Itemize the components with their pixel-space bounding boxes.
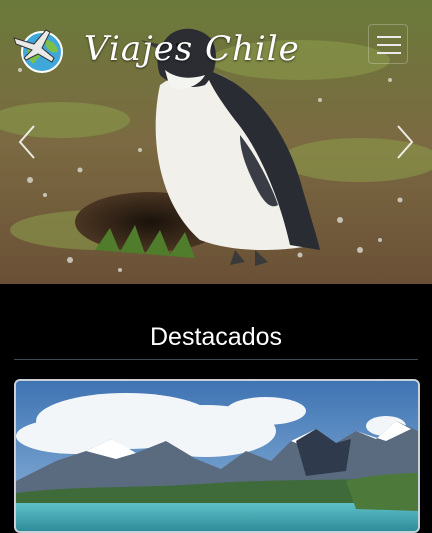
carousel-next-button[interactable] (388, 120, 422, 164)
brand[interactable]: Viajes Chile (12, 22, 300, 76)
menu-toggle-button[interactable] (368, 24, 408, 64)
chevron-right-icon (397, 125, 414, 159)
featured-card-image (16, 381, 418, 531)
globe-plane-logo-icon (13, 29, 63, 73)
featured-card[interactable] (14, 379, 420, 533)
carousel-prev-button[interactable] (10, 120, 44, 164)
hamburger-icon (377, 36, 401, 38)
chevron-left-icon (18, 125, 35, 159)
navbar: Viajes Chile (0, 0, 432, 90)
section-title-featured: Destacados (149, 322, 283, 351)
section-divider (14, 359, 418, 360)
brand-name: Viajes Chile (84, 29, 300, 69)
hero-carousel: Viajes Chile (0, 0, 432, 284)
